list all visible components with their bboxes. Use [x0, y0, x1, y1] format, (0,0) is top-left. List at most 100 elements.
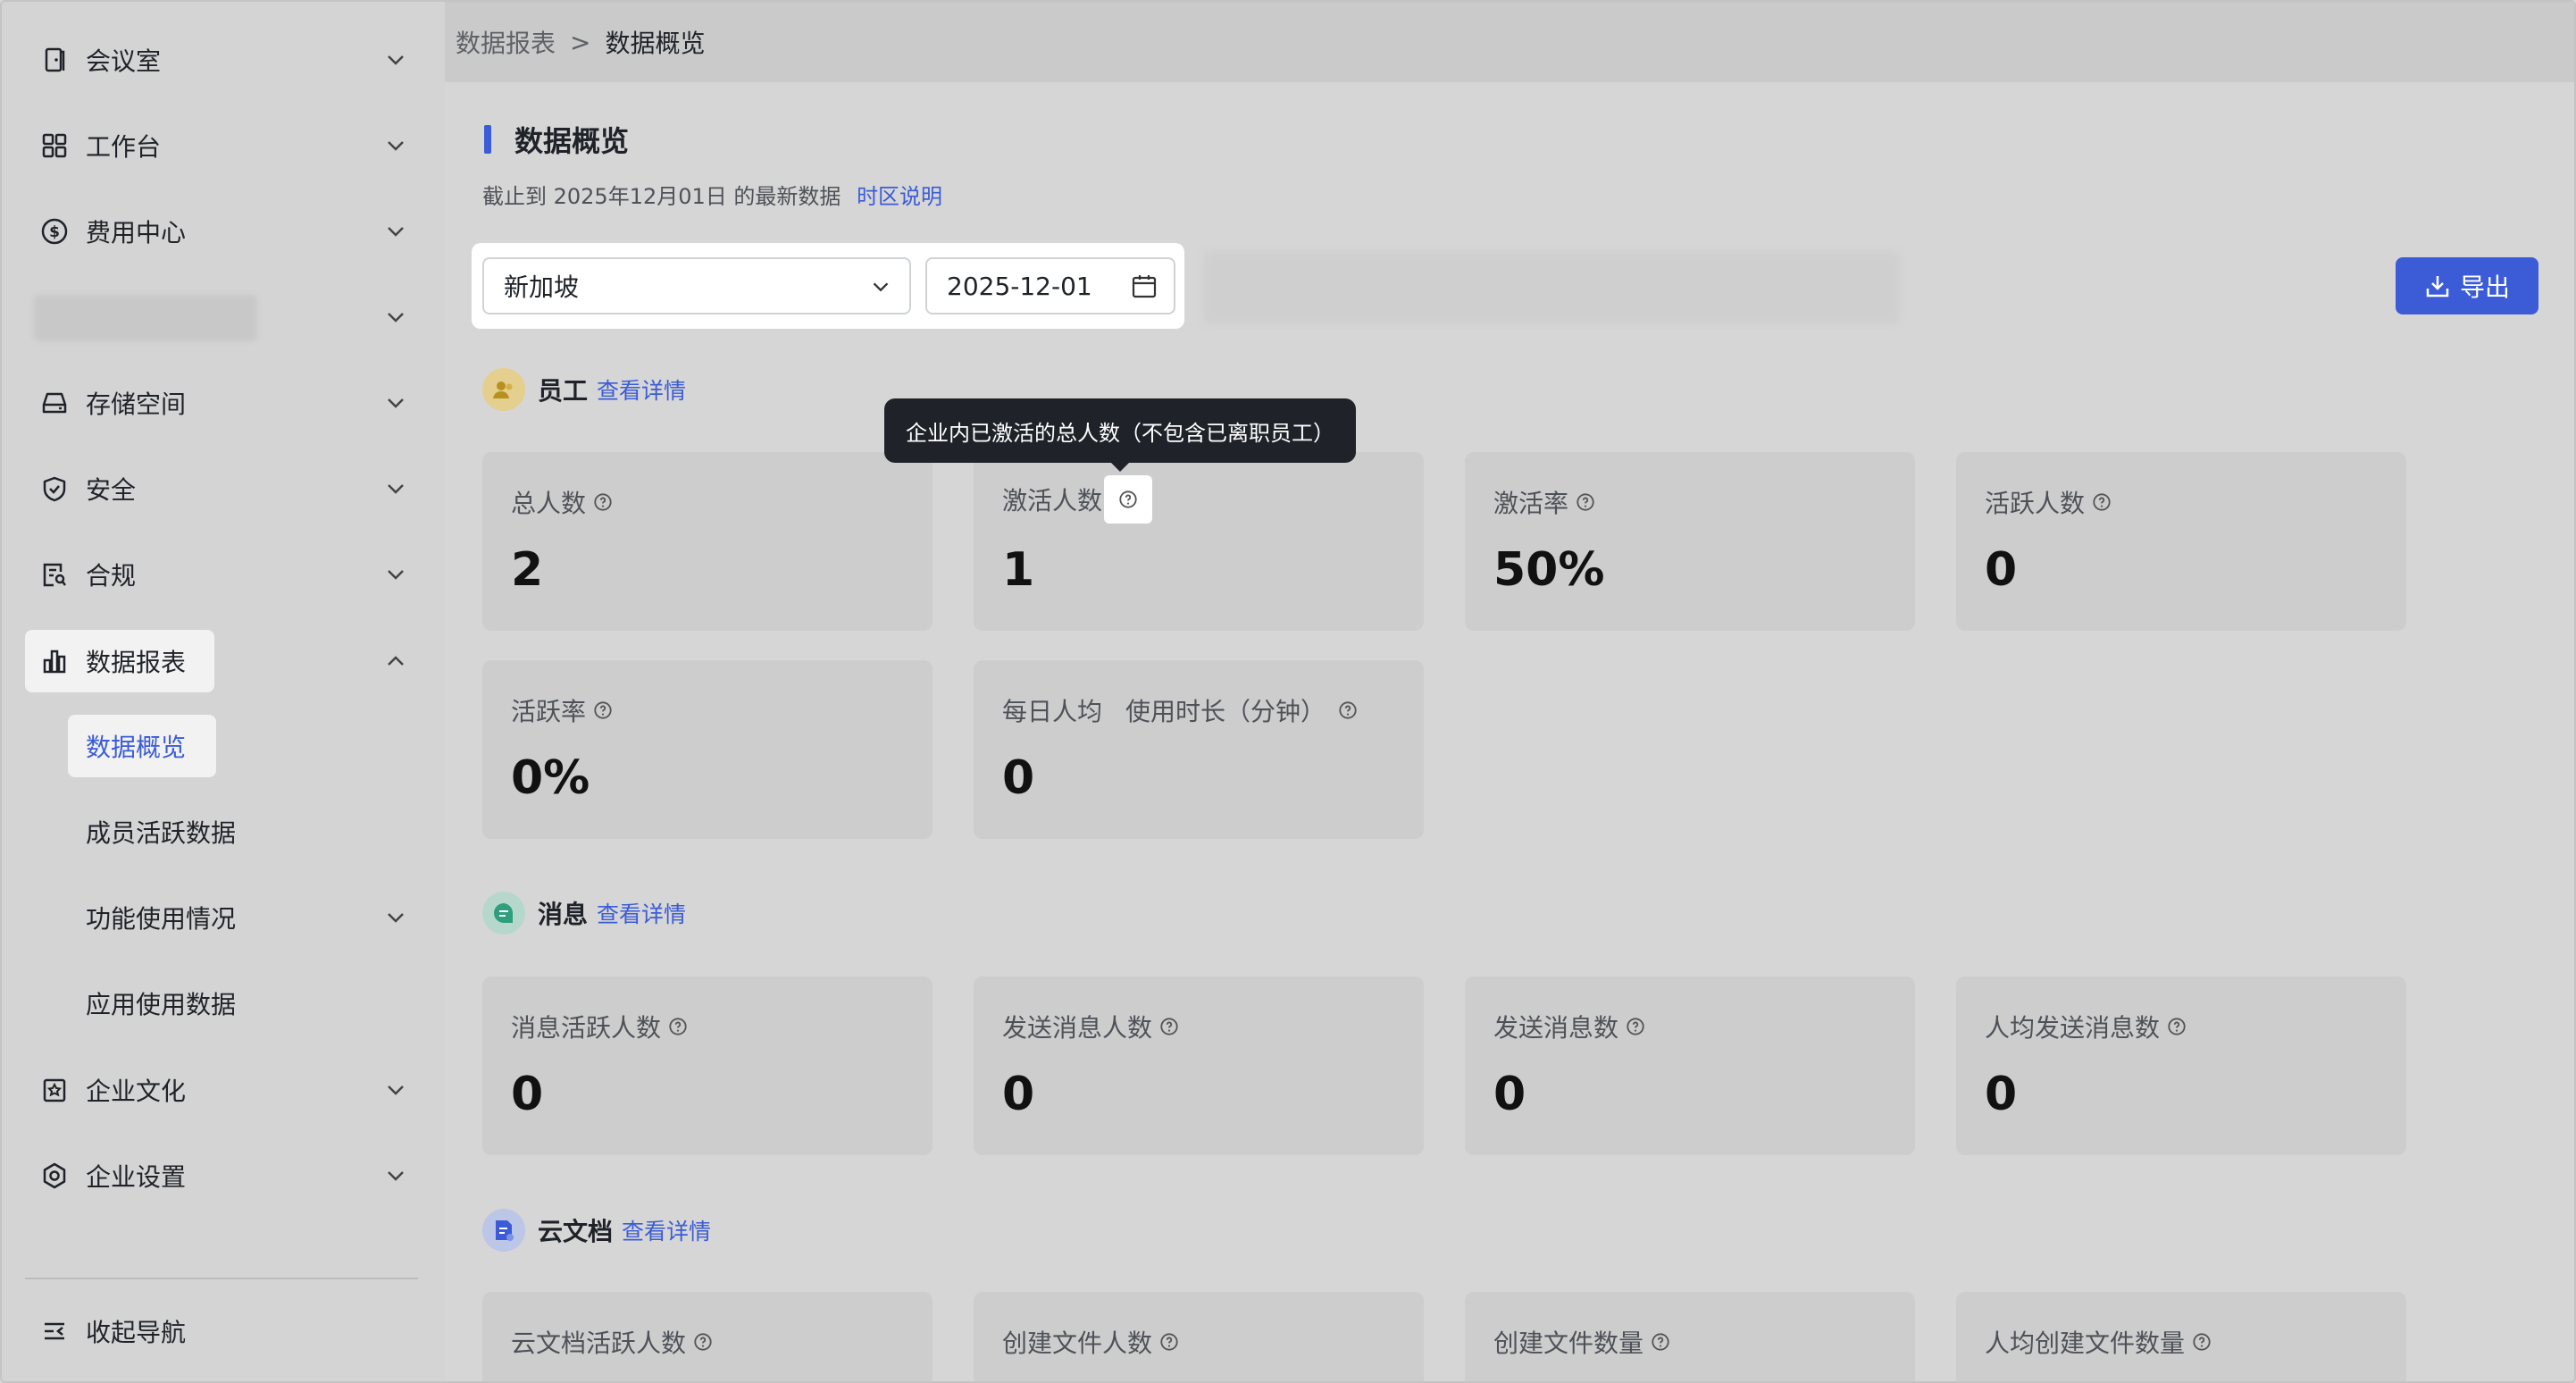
section-employees-title: 员工	[538, 376, 589, 406]
help-icon[interactable]	[1338, 700, 1358, 720]
docs-details-link[interactable]: 查看详情	[622, 1214, 711, 1246]
sidebar-item-billing[interactable]: $ 费用中心	[25, 200, 418, 263]
sidebar-item-compliance[interactable]: 合规	[25, 543, 418, 606]
door-icon	[38, 43, 71, 77]
sidebar-subitem-feature-usage[interactable]: 功能使用情况	[68, 886, 418, 949]
region-select[interactable]: 新加坡	[482, 257, 911, 314]
metric-label: 消息活跃人数	[511, 1013, 662, 1043]
metric-card-total: 总人数 2	[482, 452, 933, 631]
export-button[interactable]: 导出	[2396, 257, 2538, 314]
sidebar-item-label: 安全	[86, 475, 137, 505]
section-messages-header: 消息 查看详情	[482, 891, 686, 935]
metric-label: 人均发送消息数	[1985, 1013, 2161, 1043]
grid-icon	[38, 129, 71, 163]
sidebar-item-label: 数据报表	[86, 648, 187, 677]
metric-card-active-rate: 活跃率 0%	[482, 660, 933, 839]
doc-icon	[482, 1209, 525, 1252]
metric-label: 激活人数	[1002, 486, 1103, 515]
page-subtitle: 截止到 2025年12月01日 的最新数据 时区说明	[482, 179, 942, 210]
breadcrumb-parent[interactable]: 数据报表	[456, 24, 556, 60]
timezone-link[interactable]: 时区说明	[857, 184, 942, 209]
blurred-region	[1204, 252, 1899, 323]
metric-card-activated: 激活人数 1	[974, 452, 1424, 631]
sidebar-item-data-reports[interactable]: 数据报表	[25, 630, 418, 692]
collapse-nav-button[interactable]: 收起导航	[25, 1300, 418, 1362]
employees-details-link[interactable]: 查看详情	[597, 373, 686, 406]
date-picker[interactable]: 2025-12-01	[925, 257, 1175, 314]
metric-label: 创建文件数量	[1493, 1329, 1644, 1358]
chevron-down-icon	[388, 141, 404, 151]
help-icon[interactable]	[593, 700, 613, 720]
metric-label: 发送消息数	[1493, 1013, 1619, 1043]
section-messages-title: 消息	[538, 900, 589, 929]
metric-value: 0	[511, 1068, 544, 1121]
help-icon[interactable]	[593, 492, 613, 512]
metric-card-docs-count: 创建文件数量	[1465, 1292, 1915, 1381]
help-icon[interactable]	[693, 1332, 713, 1352]
metric-label: 总人数	[511, 489, 587, 518]
sidebar-item-settings[interactable]: 企业设置	[25, 1144, 418, 1207]
sidebar-item-label: 企业文化	[86, 1077, 187, 1106]
breadcrumb-current: 数据概览	[605, 29, 706, 58]
chevron-down-icon	[388, 913, 404, 923]
messages-details-link[interactable]: 查看详情	[597, 897, 686, 929]
metric-card-msg-active: 消息活跃人数 0	[482, 976, 933, 1155]
help-icon[interactable]	[1159, 1017, 1179, 1036]
section-docs-header: 云文档 查看详情	[482, 1208, 711, 1253]
chevron-down-icon	[388, 398, 404, 408]
dollar-icon: $	[38, 214, 71, 248]
sidebar-item-blurred[interactable]	[25, 286, 418, 348]
export-button-label: 导出	[2459, 272, 2510, 302]
metric-label-part-a: 每日人均	[1002, 697, 1103, 726]
sidebar-item-storage[interactable]: 存储空间	[25, 372, 418, 434]
collapse-nav-label: 收起导航	[86, 1318, 187, 1347]
app-frame: 会议室 工作台 $ 费用中心 存储空间 安全 合规 数据报表 数据概览 成员活跃…	[0, 0, 2576, 1383]
metric-card-msg-avg: 人均发送消息数 0	[1956, 976, 2406, 1155]
sidebar-item-culture[interactable]: 企业文化	[25, 1059, 418, 1121]
sidebar-item-label: 存储空间	[86, 390, 187, 419]
help-icon[interactable]	[2092, 492, 2112, 512]
metric-card-activation-rate: 激活率 50%	[1465, 452, 1915, 631]
help-icon[interactable]	[2192, 1332, 2212, 1352]
metric-value: 0	[1985, 543, 2018, 597]
date-picker-value: 2025-12-01	[947, 271, 1092, 301]
tooltip-arrow	[1109, 461, 1131, 472]
culture-icon	[38, 1073, 71, 1107]
chevron-down-icon	[388, 55, 404, 65]
metric-label: 活跃率	[511, 697, 587, 726]
breadcrumb-separator: >	[570, 27, 591, 57]
sidebar-subitem-label: 功能使用情况	[86, 904, 237, 934]
sidebar-item-workbench[interactable]: 工作台	[25, 114, 418, 177]
title-accent-bar	[484, 125, 491, 154]
help-icon[interactable]	[668, 1017, 688, 1036]
sidebar-item-label: 合规	[86, 561, 137, 591]
help-icon[interactable]	[1159, 1332, 1179, 1352]
help-icon[interactable]	[1576, 492, 1595, 512]
help-icon-hovered[interactable]	[1104, 475, 1153, 524]
metric-value: 0	[1002, 751, 1035, 805]
metric-card-docs-active: 云文档活跃人数	[482, 1292, 933, 1381]
filter-bar: 新加坡 2025-12-01	[472, 243, 1184, 329]
sidebar-item-security[interactable]: 安全	[25, 457, 418, 520]
metric-card-docs-avg: 人均创建文件数量	[1956, 1292, 2406, 1381]
message-icon	[482, 892, 525, 935]
metric-value: 2	[511, 543, 544, 597]
sidebar-subitem-member-activity[interactable]: 成员活跃数据	[68, 800, 236, 863]
metric-card-active-users: 活跃人数 0	[1956, 452, 2406, 631]
metric-card-docs-creators: 创建文件人数	[974, 1292, 1424, 1381]
sidebar-item-label: 工作台	[86, 132, 162, 162]
shield-icon	[38, 472, 71, 506]
metric-value: 0	[1002, 1068, 1035, 1121]
metric-label-part-b: 使用时长（分钟）	[1125, 697, 1326, 726]
sidebar-subitem-overview[interactable]: 数据概览	[68, 715, 217, 777]
metric-label: 活跃人数	[1985, 489, 2086, 518]
help-icon[interactable]	[1626, 1017, 1645, 1036]
chevron-down-icon	[388, 1171, 404, 1181]
sidebar-subitem-app-usage[interactable]: 应用使用数据	[68, 972, 236, 1035]
chevron-down-icon	[388, 484, 404, 494]
help-icon[interactable]	[2167, 1017, 2187, 1036]
sidebar-item-label: 会议室	[86, 46, 162, 76]
sidebar-item-meeting-room[interactable]: 会议室	[25, 29, 418, 91]
metric-label: 人均创建文件数量	[1985, 1329, 2186, 1358]
help-icon[interactable]	[1651, 1332, 1670, 1352]
